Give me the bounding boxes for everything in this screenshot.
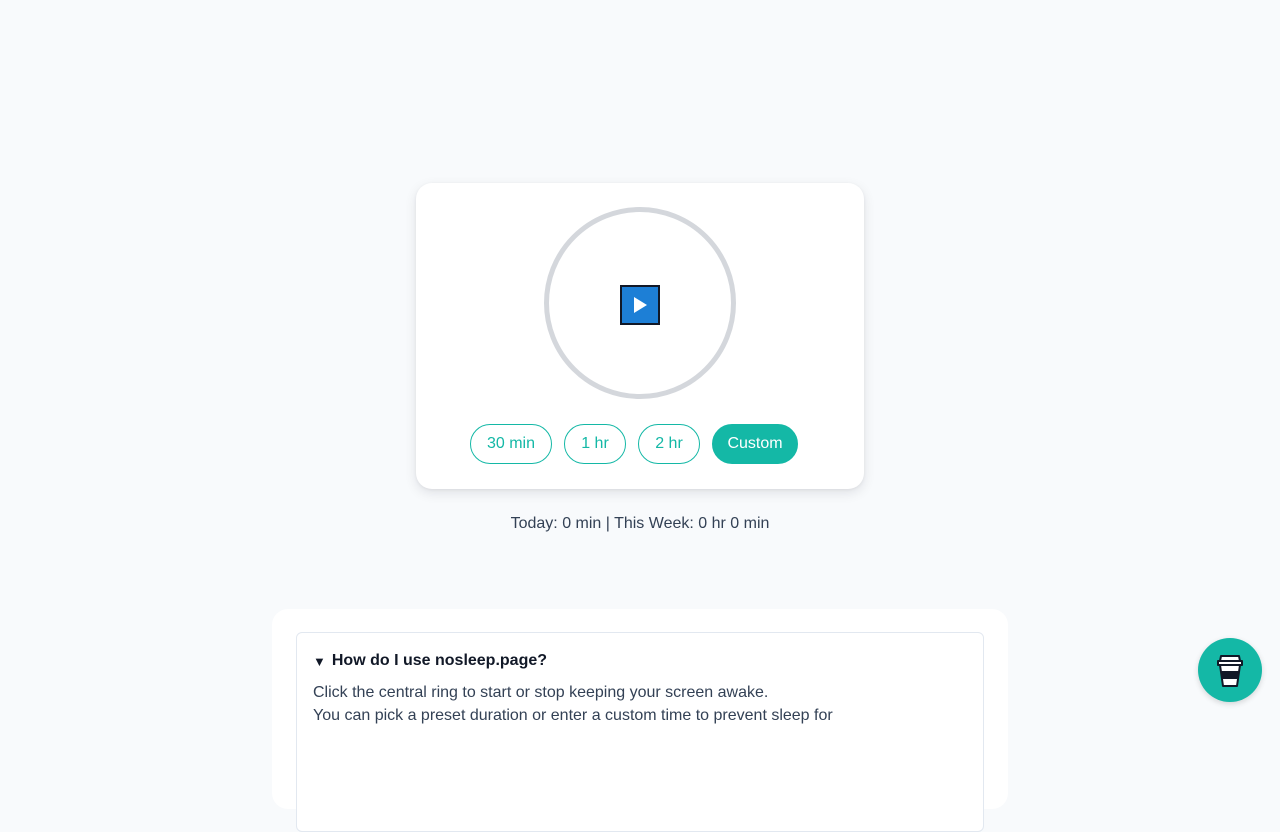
usage-stats: Today: 0 min | This Week: 0 hr 0 min — [510, 515, 770, 532]
buy-me-a-coffee-button[interactable] — [1198, 638, 1262, 702]
custom-duration-button[interactable]: Custom — [712, 424, 798, 464]
preset-buttons: 30 min 1 hr 2 hr Custom — [470, 424, 798, 464]
play-icon — [634, 297, 647, 313]
preset-1-hr-button[interactable]: 1 hr — [564, 424, 626, 464]
faq-question[interactable]: ▼ How do I use nosleep.page? — [313, 652, 547, 670]
caret-down-icon: ▼ — [313, 653, 326, 669]
coffee-cup-icon — [1217, 655, 1243, 687]
faq-question-text: How do I use nosleep.page? — [331, 652, 548, 669]
faq-answer-line: Click the central ring to start or stop … — [313, 684, 769, 701]
faq-answer-line: You can pick a preset duration or enter … — [313, 707, 833, 724]
preset-2-hr-button[interactable]: 2 hr — [638, 424, 700, 464]
preset-30-min-button[interactable]: 30 min — [470, 424, 552, 464]
play-button[interactable] — [620, 285, 660, 325]
